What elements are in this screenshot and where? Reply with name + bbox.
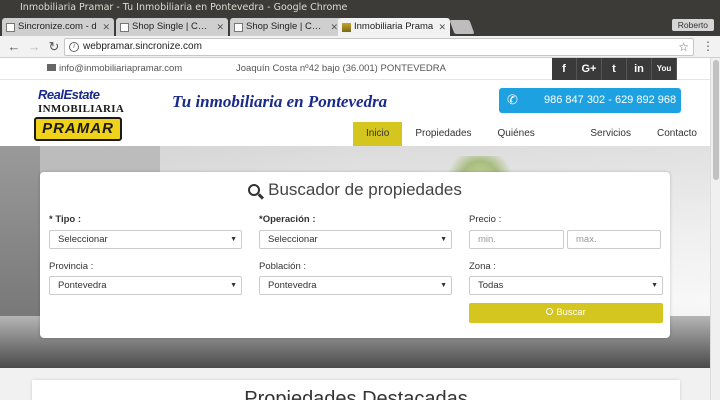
search-icon bbox=[248, 184, 261, 196]
tab-label: Inmobiliaria Prama bbox=[354, 21, 434, 32]
window-title: Inmobiliaria Pramar - Tu Inmobiliaria en… bbox=[20, 2, 348, 13]
tipo-select[interactable]: Seleccionar ▼ bbox=[49, 230, 242, 249]
tab-label: Shop Single | Canv bbox=[246, 21, 326, 32]
search-icon bbox=[546, 308, 554, 315]
search-title: Buscador de propiedades bbox=[40, 180, 670, 200]
precio-max-input[interactable]: max. bbox=[567, 230, 661, 249]
tab-strip: Sincronize.com - d ✕ Shop Single | Canv … bbox=[0, 16, 720, 36]
nav-contacto[interactable]: Contacto bbox=[644, 122, 710, 146]
dropdown-arrow-icon: ▼ bbox=[230, 282, 237, 289]
search-title-text: Buscador de propiedades bbox=[268, 180, 462, 199]
featured-section-title: Propiedades Destacadas bbox=[244, 388, 468, 400]
dropdown-arrow-icon: ▼ bbox=[230, 236, 237, 243]
tipo-value: Seleccionar bbox=[58, 234, 108, 245]
site-tagline: Tu inmobiliaria en Pontevedra bbox=[172, 92, 388, 111]
nav-servicios[interactable]: Servicios bbox=[577, 122, 644, 146]
property-search-panel: Buscador de propiedades * Tipo : Selecci… bbox=[40, 172, 670, 338]
menu-dots-icon[interactable]: ⋮ bbox=[702, 39, 714, 53]
new-tab-button[interactable] bbox=[449, 20, 475, 34]
tab-close-icon[interactable]: ✕ bbox=[102, 18, 110, 36]
poblacion-select[interactable]: Pontevedra ▼ bbox=[259, 276, 452, 295]
info-icon[interactable]: i bbox=[69, 42, 79, 52]
house-favicon-icon bbox=[342, 23, 351, 32]
site-header: RealEstate INMOBILIARIA PRAMAR Tu inmobi… bbox=[0, 80, 710, 163]
tipo-label: * Tipo : bbox=[49, 214, 82, 225]
zona-label: Zona : bbox=[469, 261, 496, 272]
phone-banner[interactable]: ✆ 986 847 302 - 629 892 968 bbox=[499, 88, 681, 113]
linkedin-icon[interactable]: in bbox=[627, 58, 652, 80]
url-text: webpramar.sincronize.com bbox=[83, 41, 202, 52]
site-logo[interactable]: RealEstate INMOBILIARIA PRAMAR bbox=[34, 87, 125, 143]
tab-close-icon[interactable]: ✕ bbox=[438, 18, 446, 36]
page-scrollbar[interactable] bbox=[710, 58, 720, 400]
window-titlebar: Inmobiliaria Pramar - Tu Inmobiliaria en… bbox=[0, 0, 720, 16]
precio-min-input[interactable]: min. bbox=[469, 230, 564, 249]
reload-icon[interactable]: ↻ bbox=[46, 39, 62, 55]
facebook-icon[interactable]: f bbox=[552, 58, 577, 80]
email-contact[interactable]: info@inmobiliariapramar.com bbox=[47, 63, 182, 74]
operacion-label: *Operación : bbox=[259, 214, 316, 225]
zona-value: Todas bbox=[478, 280, 504, 291]
phone-icon: ✆ bbox=[507, 92, 518, 107]
nav-propiedades[interactable]: Propiedades bbox=[402, 122, 484, 146]
dropdown-arrow-icon: ▼ bbox=[440, 236, 447, 243]
precio-label: Precio : bbox=[469, 214, 502, 225]
social-links: f G+ t in You bbox=[552, 58, 677, 80]
nav-quienes-somos[interactable]: Quiénes somos bbox=[485, 122, 578, 163]
tab-shop-single-2[interactable]: Shop Single | Canv ✕ bbox=[230, 18, 342, 36]
profile-button[interactable]: Roberto bbox=[671, 19, 714, 31]
tab-label: Sincronize.com - d bbox=[18, 21, 97, 32]
address-text: Joaquín Costa nº42 bajo (36.001) PONTEVE… bbox=[236, 63, 446, 74]
forward-arrow-icon[interactable]: → bbox=[26, 39, 42, 55]
operacion-select[interactable]: Seleccionar ▼ bbox=[259, 230, 452, 249]
google-plus-icon[interactable]: G+ bbox=[577, 58, 602, 80]
tab-shop-single-1[interactable]: Shop Single | Canv ✕ bbox=[116, 18, 228, 36]
tab-inmobiliaria-pramar[interactable]: Inmobiliaria Prama ✕ bbox=[338, 18, 450, 36]
dropdown-arrow-icon: ▼ bbox=[440, 282, 447, 289]
tab-sincronize[interactable]: Sincronize.com - d ✕ bbox=[2, 18, 114, 36]
logo-inmobiliaria: INMOBILIARIA bbox=[38, 103, 125, 115]
poblacion-label: Población : bbox=[259, 261, 307, 272]
provincia-select[interactable]: Pontevedra ▼ bbox=[49, 276, 242, 295]
logo-pramar: PRAMAR bbox=[34, 117, 122, 141]
back-arrow-icon[interactable]: ← bbox=[6, 39, 22, 55]
page-favicon-icon bbox=[6, 23, 15, 32]
tab-close-icon[interactable]: ✕ bbox=[330, 18, 338, 36]
dropdown-arrow-icon: ▼ bbox=[651, 282, 658, 289]
envelope-icon bbox=[47, 64, 56, 71]
buscar-label: Buscar bbox=[556, 307, 586, 318]
page-favicon-icon bbox=[120, 23, 129, 32]
browser-toolbar: ← → ↻ i webpramar.sincronize.com ☆ ⋮ bbox=[0, 36, 720, 58]
page-favicon-icon bbox=[234, 23, 243, 32]
provincia-label: Provincia : bbox=[49, 261, 94, 272]
web-page: info@inmobiliariapramar.com Joaquín Cost… bbox=[0, 58, 710, 400]
tab-close-icon[interactable]: ✕ bbox=[216, 18, 224, 36]
address-bar[interactable]: i webpramar.sincronize.com ☆ bbox=[64, 38, 694, 56]
zona-select[interactable]: Todas ▼ bbox=[469, 276, 663, 295]
buscar-button[interactable]: Buscar bbox=[469, 303, 663, 323]
tab-label: Shop Single | Canv bbox=[132, 21, 212, 32]
featured-section: Propiedades Destacadas bbox=[32, 380, 680, 400]
poblacion-value: Pontevedra bbox=[268, 280, 317, 291]
bookmark-star-icon[interactable]: ☆ bbox=[678, 39, 689, 55]
contact-topbar: info@inmobiliariapramar.com Joaquín Cost… bbox=[0, 58, 710, 80]
main-navigation: Inicio Propiedades Quiénes somos Servici… bbox=[353, 122, 710, 163]
phone-number: 986 847 302 - 629 892 968 bbox=[544, 94, 677, 106]
twitter-icon[interactable]: t bbox=[602, 58, 627, 80]
provincia-value: Pontevedra bbox=[58, 280, 107, 291]
operacion-value: Seleccionar bbox=[268, 234, 318, 245]
email-text: info@inmobiliariapramar.com bbox=[59, 63, 183, 74]
youtube-icon[interactable]: You bbox=[652, 58, 677, 80]
logo-realestate: RealEstate bbox=[38, 87, 100, 102]
nav-inicio[interactable]: Inicio bbox=[353, 122, 403, 146]
scrollbar-thumb[interactable] bbox=[713, 60, 719, 180]
